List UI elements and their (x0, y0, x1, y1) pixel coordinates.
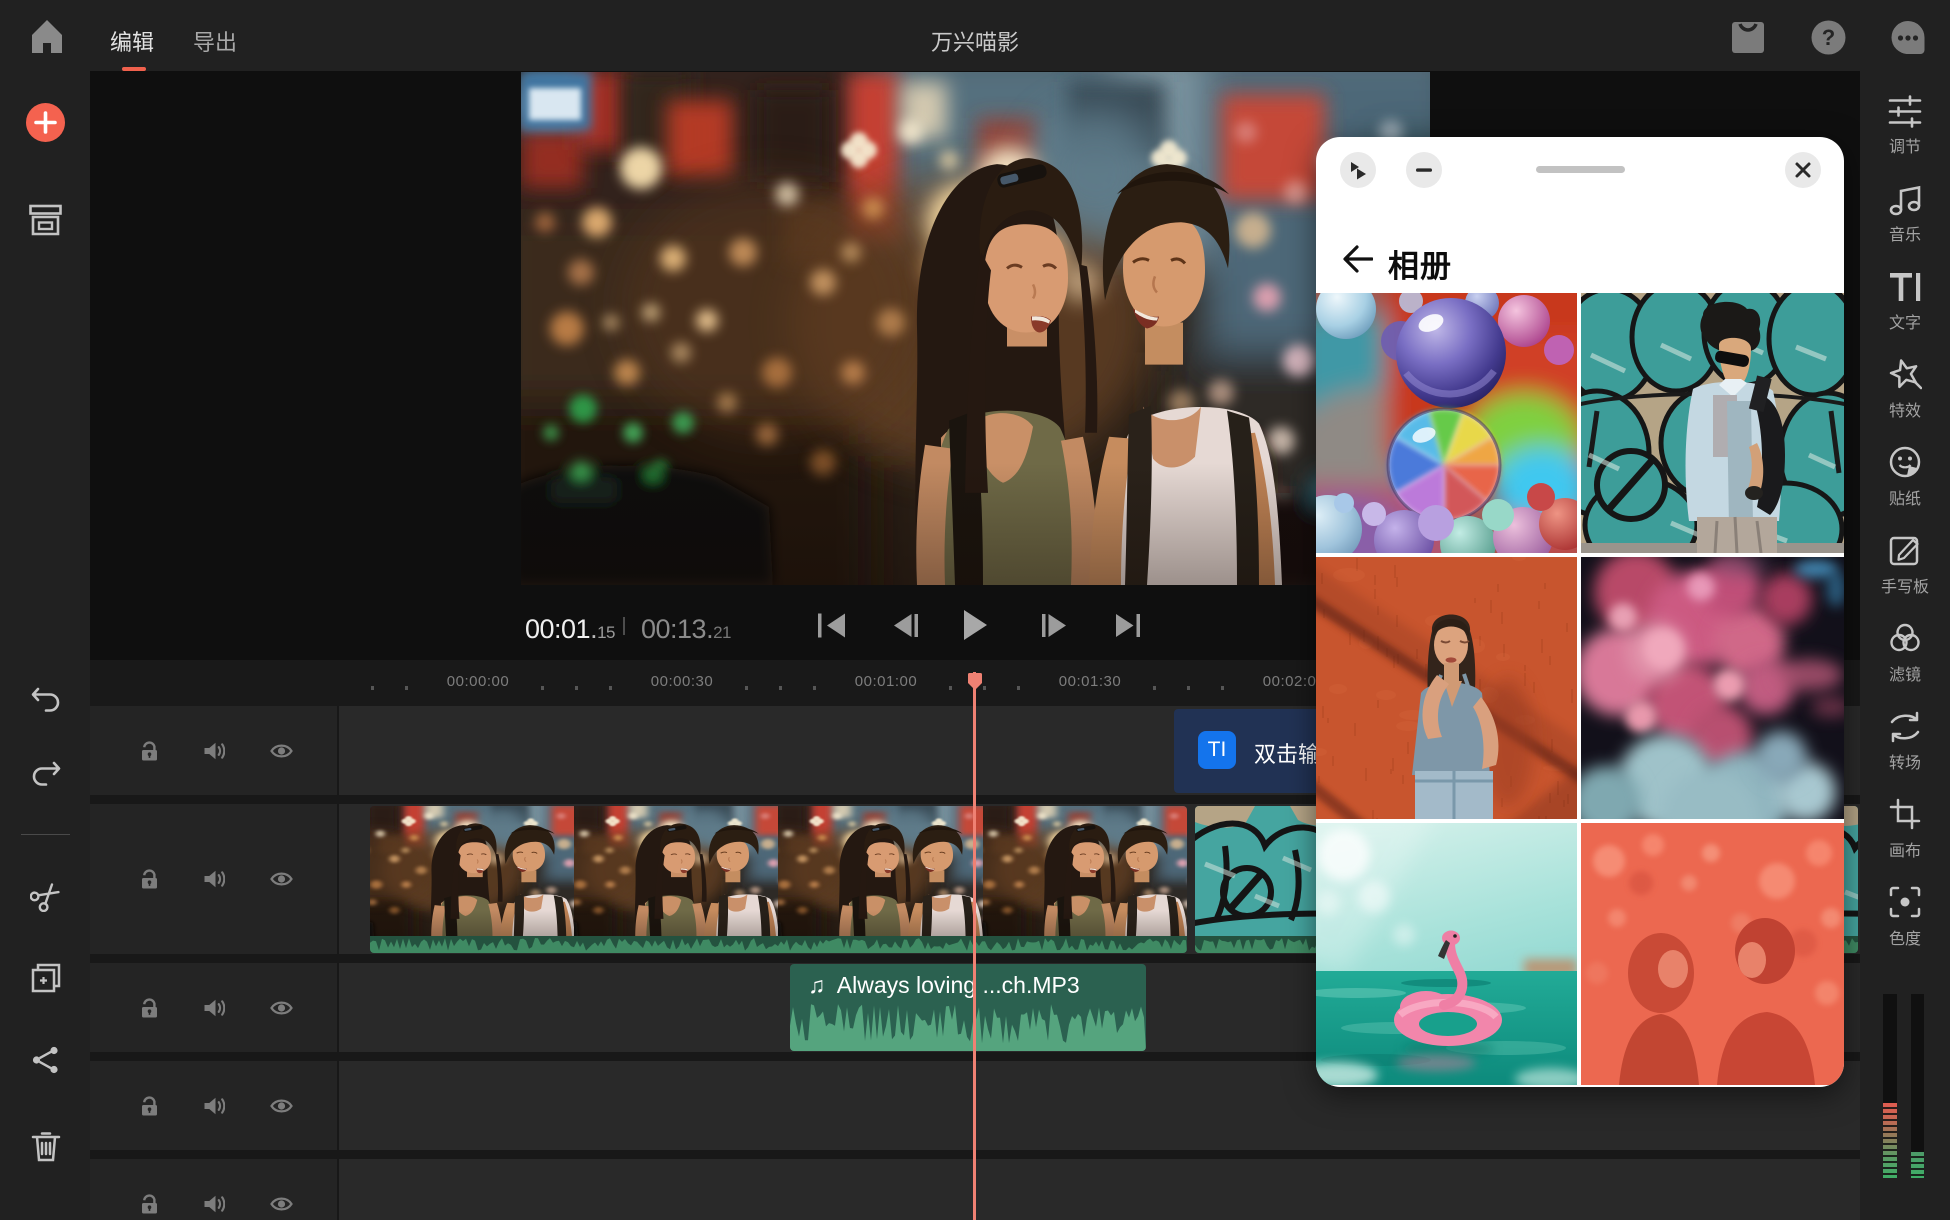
svg-text:?: ? (1822, 25, 1835, 50)
